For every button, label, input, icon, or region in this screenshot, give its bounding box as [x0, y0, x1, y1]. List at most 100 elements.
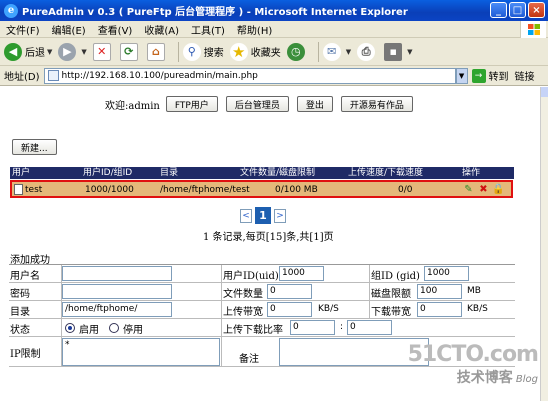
delete-icon[interactable]: ✖: [478, 184, 489, 195]
logout-button[interactable]: 登出: [296, 96, 333, 112]
quota-unit: MB: [467, 286, 481, 296]
address-url: http://192.168.10.100/pureadmin/main.php: [61, 70, 258, 81]
col-quota: 文件数量/磁盘限制: [240, 168, 316, 178]
watermark-blog: Blog: [515, 374, 538, 385]
stop-button[interactable]: ✕: [92, 42, 114, 61]
mail-button[interactable]: ✉ ▼: [322, 42, 351, 61]
col-dir: 目录: [160, 168, 179, 178]
chevron-down-icon[interactable]: ▼: [346, 48, 351, 56]
col-user: 用户: [12, 168, 31, 178]
filecount-input[interactable]: 0: [267, 284, 312, 299]
username-label: 用户名: [10, 271, 40, 282]
ip-limit-textarea[interactable]: *: [62, 338, 220, 366]
favorites-label: 收藏夹: [250, 48, 281, 59]
minimize-button[interactable]: _: [490, 2, 507, 18]
quota-label: 磁盘限额: [371, 289, 411, 300]
star-icon: ★: [229, 42, 248, 61]
scroll-up-button[interactable]: [541, 87, 548, 97]
open-source-button[interactable]: 开源易有作品: [340, 96, 413, 112]
menu-bar: 文件(F) 编辑(E) 查看(V) 收藏(A) 工具(T) 帮助(H): [0, 21, 548, 38]
watermark-site: 51CTO.com: [407, 342, 539, 367]
edit-page-button[interactable]: ▪ ▼: [384, 42, 413, 61]
username-input[interactable]: [62, 266, 172, 281]
divider: [369, 301, 370, 319]
row-ids: 1000/1000: [85, 185, 134, 195]
links-button[interactable]: 链接: [515, 68, 535, 83]
next-page-button[interactable]: >: [274, 208, 286, 223]
favorites-button[interactable]: ★ 收藏夹: [229, 42, 281, 61]
dir-input[interactable]: /home/ftphome/: [62, 302, 172, 317]
uid-input[interactable]: 1000: [279, 266, 324, 281]
divider: [221, 265, 222, 283]
admins-button[interactable]: 后台管理员: [225, 96, 289, 112]
prev-page-button[interactable]: <: [240, 208, 252, 223]
status-disabled-label: 停用: [123, 325, 143, 336]
menu-tools[interactable]: 工具(T): [191, 22, 225, 37]
window-title: PureAdmin v 0.3 ( PureFtp 后台管理程序 ) - Mic…: [22, 7, 408, 18]
divider: [221, 337, 222, 367]
history-icon: ◷: [286, 42, 305, 61]
lock-icon[interactable]: 🔒: [492, 184, 504, 195]
address-input[interactable]: http://192.168.10.100/pureadmin/main.php: [43, 67, 456, 84]
table-row[interactable]: test 1000/1000 /home/ftphome/test 0/100 …: [10, 180, 513, 198]
status-disabled-radio[interactable]: [109, 323, 119, 333]
edit-icon[interactable]: ✎: [463, 184, 474, 195]
search-button[interactable]: ⚲ 搜索: [182, 42, 224, 61]
gid-input[interactable]: 1000: [424, 266, 469, 281]
quota-input[interactable]: 100: [417, 284, 462, 299]
new-user-button[interactable]: 新建...: [12, 139, 57, 155]
window-titlebar: e PureAdmin v 0.3 ( PureFtp 后台管理程序 ) - M…: [0, 0, 548, 21]
row-dir: /home/ftphome/test: [160, 185, 250, 195]
menu-view[interactable]: 查看(V): [98, 22, 133, 37]
col-ids: 用户ID/组ID: [83, 168, 133, 178]
vertical-scrollbar[interactable]: [540, 87, 548, 401]
maximize-button[interactable]: □: [509, 2, 526, 18]
dir-label: 目录: [10, 307, 30, 318]
chevron-down-icon[interactable]: ▼: [407, 48, 412, 56]
downbw-input[interactable]: 0: [417, 302, 462, 317]
filecount-label: 文件数量: [223, 289, 263, 300]
back-button[interactable]: ◀ 后退 ▼: [4, 42, 52, 61]
toolbar-divider: [317, 41, 319, 62]
ratio-down-input[interactable]: 0: [347, 320, 392, 335]
password-input[interactable]: [62, 284, 172, 299]
ratio-up-input[interactable]: 0: [290, 320, 335, 335]
col-actions: 操作: [462, 168, 481, 178]
home-button[interactable]: ⌂: [146, 42, 168, 61]
ratio-separator: :: [340, 322, 344, 332]
home-icon: ⌂: [146, 42, 165, 61]
upbw-input[interactable]: 0: [267, 302, 312, 317]
history-button[interactable]: ◷: [286, 42, 308, 61]
uid-label: 用户ID(uid): [223, 271, 279, 282]
divider: [221, 319, 222, 337]
forward-button[interactable]: ▶ ▼: [58, 42, 87, 61]
menu-edit[interactable]: 编辑(E): [52, 22, 86, 37]
menu-help[interactable]: 帮助(H): [237, 22, 272, 37]
divider: [369, 283, 370, 301]
status-enabled-label: 启用: [79, 325, 99, 336]
menu-favorites[interactable]: 收藏(A): [144, 22, 179, 37]
refresh-button[interactable]: ⟳: [119, 42, 141, 61]
chevron-down-icon[interactable]: ▼: [47, 48, 52, 56]
mail-icon: ✉: [322, 42, 341, 61]
go-button[interactable]: → 转到: [471, 68, 509, 83]
ratio-label: 上传下载比率: [223, 325, 283, 336]
windows-logo-icon: [520, 21, 546, 38]
form-row: 密码 文件数量 0 磁盘限额 100 MB: [9, 283, 515, 301]
address-dropdown-button[interactable]: ▼: [455, 67, 468, 84]
row-user: test: [25, 185, 43, 195]
note-textarea[interactable]: [279, 338, 429, 366]
ftp-users-button[interactable]: FTP用户: [165, 96, 218, 112]
status-enabled-radio[interactable]: [65, 323, 75, 333]
search-label: 搜索: [203, 48, 224, 59]
form-row: 目录 /home/ftphome/ 上传带宽 0 KB/S 下载带宽 0 KB/…: [9, 301, 515, 319]
chevron-down-icon[interactable]: ▼: [81, 48, 86, 56]
forward-arrow-icon: ▶: [58, 42, 77, 61]
current-page[interactable]: 1: [255, 207, 271, 224]
form-row: 用户名 用户ID(uid) 1000 组ID (gid) 1000: [9, 265, 515, 283]
user-file-icon: [14, 184, 23, 195]
divider: [61, 319, 62, 337]
close-button[interactable]: ×: [528, 2, 545, 18]
menu-file[interactable]: 文件(F): [6, 22, 40, 37]
print-button[interactable]: ⎙: [357, 42, 378, 61]
